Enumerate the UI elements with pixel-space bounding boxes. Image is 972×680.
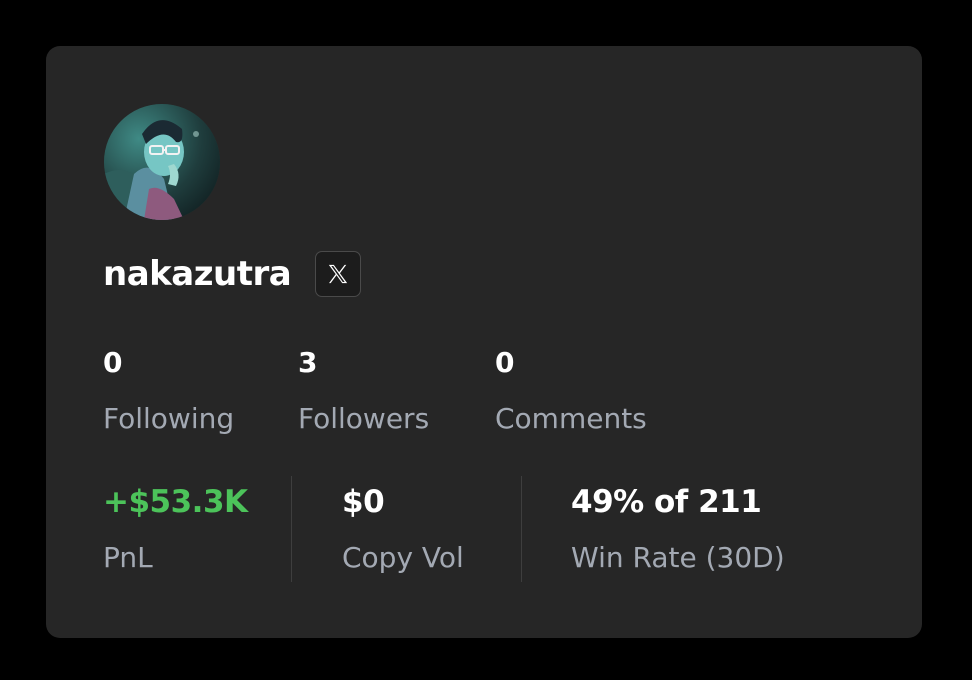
name-row: nakazutra <box>103 248 362 300</box>
followers-label: Followers <box>298 402 430 435</box>
divider <box>291 476 292 582</box>
win-rate-label: Win Rate (30D) <box>571 541 785 574</box>
pnl-label: PnL <box>103 541 153 574</box>
comments-count: 0 <box>495 346 515 379</box>
username: nakazutra <box>103 254 292 294</box>
stat-following[interactable]: 0 Following <box>103 344 234 438</box>
comments-label: Comments <box>495 402 647 435</box>
copy-vol-value: $0 <box>342 484 385 520</box>
avatar-image <box>104 104 220 220</box>
following-label: Following <box>103 402 235 435</box>
stat-followers[interactable]: 3 Followers <box>298 344 429 438</box>
x-logo-icon <box>329 264 348 284</box>
metric-win-rate: 49% of 211 Win Rate (30D) <box>571 482 785 578</box>
x-link-button[interactable] <box>315 251 362 297</box>
divider <box>521 476 522 582</box>
stat-comments[interactable]: 0 Comments <box>495 344 647 438</box>
metric-pnl: +$53.3K PnL <box>103 482 248 578</box>
copy-vol-label: Copy Vol <box>342 541 464 574</box>
profile-card: nakazutra 0 Following 3 Followers 0 Comm… <box>46 46 922 638</box>
pnl-value: +$53.3K <box>103 484 248 520</box>
avatar[interactable] <box>104 104 220 220</box>
win-rate-value: 49% of 211 <box>571 484 762 520</box>
followers-count: 3 <box>298 346 318 379</box>
metric-copy-vol: $0 Copy Vol <box>342 482 464 578</box>
following-count: 0 <box>103 346 123 379</box>
